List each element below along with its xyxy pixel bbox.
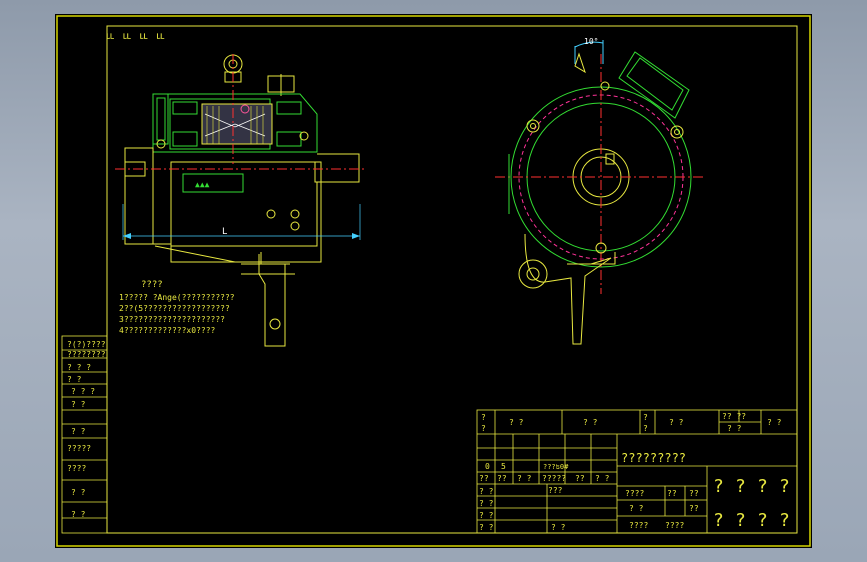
dimension-length-label: L	[222, 227, 227, 237]
tb-scale-label: ????	[629, 521, 648, 530]
tb-scale-label: ??	[667, 489, 677, 498]
tb-big-mark: ?	[735, 476, 746, 497]
tb-small-label: ? ?	[479, 499, 494, 508]
tb-mid-text: ???	[548, 486, 563, 495]
tb-header-cell: ? ?	[583, 418, 598, 427]
tb-header-sub: ?	[481, 424, 486, 433]
tb-header-cell: ?? ??	[722, 412, 746, 421]
tb-row-b: ? ?	[517, 474, 532, 483]
tb-header-cell: ? ?	[767, 418, 782, 427]
tb-small-label: ? ?	[479, 523, 494, 532]
strip-row: ? ? ?	[67, 363, 91, 372]
nameplate: ▲▲▲	[195, 180, 210, 189]
dimension-angle-label: 10°	[584, 37, 598, 46]
strip-row: ? ? ?	[71, 387, 95, 396]
tb-scale-label: ????	[625, 489, 644, 498]
strip-row: ?(?)????	[67, 340, 106, 349]
note-line: 3?????????????????????	[119, 315, 225, 324]
tb-row-b: ??	[479, 474, 489, 483]
note-line: 4?????????????x0????	[119, 326, 216, 335]
corner-marks: ㅥ ㅥ ㅥ ㅥ	[105, 30, 165, 43]
tb-big-mark: ?	[713, 476, 724, 497]
tb-header-cell: ?	[643, 413, 648, 422]
tb-header-cell: ? ?	[669, 418, 684, 427]
tb-row-a: 5	[501, 462, 506, 471]
tb-small-label: ? ?	[479, 487, 494, 496]
note-line: 1????? ?Ange(???????????	[119, 293, 235, 302]
tb-big-mark: ?	[735, 510, 746, 531]
tb-big-mark: ?	[713, 510, 724, 531]
strip-row: ? ?	[71, 427, 86, 436]
tb-big-mark: ?	[779, 510, 790, 531]
strip-row: ? ?	[71, 400, 86, 409]
outer-frame	[56, 15, 811, 547]
cad-drawing: ㅥ ㅥ ㅥ ㅥ ?(?)???? ???????? ? ? ? ? ? ? ? …	[56, 15, 811, 547]
tb-row-b: ??	[575, 474, 585, 483]
tb-small-label: ? ?	[629, 504, 644, 513]
drawing-sheet: ㅥ ㅥ ㅥ ㅥ ?(?)???? ???????? ? ? ? ? ? ? ? …	[55, 14, 812, 548]
brake-section-view: ▲▲▲	[115, 54, 365, 347]
brake-end-view	[495, 40, 705, 345]
note-line: 2??(5??????????????????	[119, 304, 230, 313]
strip-row: ????	[67, 464, 86, 473]
title-block-grid	[476, 409, 798, 534]
tb-header-sub: ? ?	[727, 424, 742, 433]
tb-big-mark: ?	[779, 476, 790, 497]
tb-scale-label: ????	[665, 521, 684, 530]
drawing-name: ?????????	[621, 451, 686, 465]
tb-row-b: ??	[497, 474, 507, 483]
tb-scale-label: ??	[689, 504, 699, 513]
tb-bottom-text: ? ?	[551, 523, 566, 532]
tb-header-cell: ? ?	[509, 418, 524, 427]
notes-title: ????	[141, 280, 163, 290]
tb-row-a: ???ʦ0#	[543, 463, 569, 471]
strip-row: ? ?	[71, 488, 86, 497]
strip-row: ????????	[67, 350, 106, 359]
inner-frame	[106, 25, 798, 534]
tb-big-mark: ?	[757, 510, 768, 531]
left-strip-labels: ?(?)???? ???????? ? ? ? ? ? ? ? ? ? ? ? …	[67, 340, 106, 519]
tb-row-b: ?????	[542, 474, 566, 483]
tb-row-a: 0	[485, 462, 490, 471]
tb-small-label: ? ?	[479, 511, 494, 520]
tb-scale-label: ??	[689, 489, 699, 498]
strip-row: ?????	[67, 444, 91, 453]
tb-row-b: ? ?	[595, 474, 610, 483]
tb-header-sub: ?	[643, 424, 648, 433]
tb-big-mark: ?	[757, 476, 768, 497]
strip-row: ? ?	[71, 510, 86, 519]
tb-header-cell: ?	[481, 413, 486, 422]
strip-row: ? ?	[67, 375, 82, 384]
